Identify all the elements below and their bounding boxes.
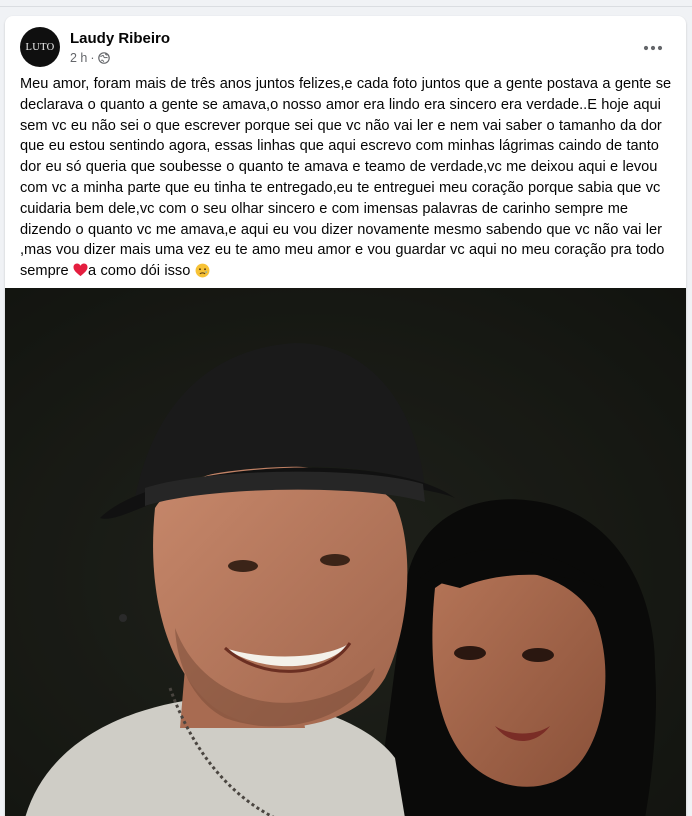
feed-top-divider: [0, 0, 692, 7]
globe-icon[interactable]: [97, 52, 110, 64]
post-photo[interactable]: [5, 288, 686, 816]
post-message-text: Meu amor, foram mais de três anos juntos…: [20, 76, 672, 280]
post-meta: 2 h ·: [70, 51, 110, 65]
post-card: LUTO Laudy Ribeiro 2 h · Meu amor, foram…: [5, 16, 686, 816]
red-heart-emoji-icon: [73, 263, 88, 277]
avatar-text: LUTO: [25, 41, 55, 53]
post-message: Meu amor, foram mais de três anos juntos…: [20, 74, 675, 282]
post-time[interactable]: 2 h: [70, 51, 87, 65]
author-avatar[interactable]: LUTO: [20, 27, 60, 67]
post-header: LUTO Laudy Ribeiro 2 h ·: [20, 27, 676, 71]
post-message-ending: a como dói isso: [88, 263, 195, 280]
crying-face-emoji-icon: [195, 263, 210, 278]
more-options-icon[interactable]: [638, 33, 668, 63]
couple-selfie-image: [5, 288, 686, 816]
author-name[interactable]: Laudy Ribeiro: [70, 30, 170, 47]
